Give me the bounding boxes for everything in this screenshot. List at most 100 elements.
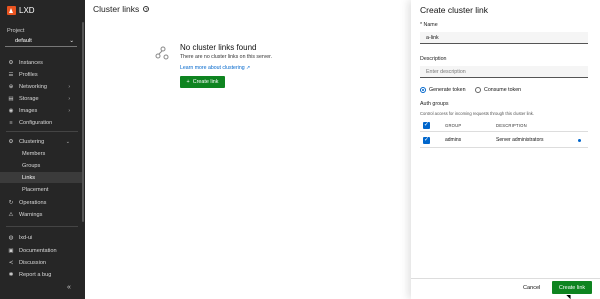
group-cell: admins [445, 137, 462, 143]
create-link-button[interactable]: + Create link [180, 76, 225, 88]
collapse-sidebar-icon[interactable]: « [67, 284, 71, 291]
sidebar: LXD Project default ⌄ ⚙ Instances ☰ Prof… [0, 0, 85, 299]
nav-label: Configuration [19, 119, 53, 126]
profiles-icon: ☰ [8, 71, 14, 78]
nav-label: Members [22, 150, 46, 157]
documentation-icon: ▣ [8, 247, 14, 254]
project-select[interactable]: default ⌄ [5, 36, 77, 47]
description-label: Description [420, 56, 447, 62]
auth-groups-help: Control access for incoming requests thr… [420, 111, 535, 116]
table-header-row: ✓ GROUP DESCRIPTION [420, 119, 588, 132]
panel-title: Create cluster link [420, 5, 489, 15]
column-header-description: DESCRIPTION [496, 123, 527, 128]
nav-clustering[interactable]: ⚙ Clustering ⌄ [0, 136, 82, 147]
nav-report-bug[interactable]: ✱ Report a bug [0, 269, 82, 280]
consume-token-radio[interactable]: Consume token [475, 87, 521, 93]
panel-footer-divider [411, 278, 600, 279]
nav-label: Warnings [19, 211, 43, 218]
nav-label: Documentation [19, 247, 57, 254]
nav-networking[interactable]: ⊕ Networking › [0, 81, 82, 92]
row-checkbox[interactable]: ✓ [423, 137, 430, 144]
brand-name: LXD [19, 5, 35, 15]
lxd-ui-icon: ◍ [8, 234, 14, 241]
nav-storage[interactable]: ▤ Storage › [0, 93, 82, 104]
nav-instances[interactable]: ⚙ Instances [0, 57, 82, 68]
auth-groups-label: Auth groups [420, 101, 449, 107]
nav-label: Operations [19, 199, 47, 206]
nav-operations[interactable]: ↻ Operations [0, 197, 82, 208]
chevron-down-icon: ⌄ [65, 138, 70, 145]
table-row[interactable]: ✓ admins Server administrators [420, 132, 588, 148]
operations-icon: ↻ [8, 199, 14, 206]
storage-icon: ▤ [8, 95, 14, 102]
nav-warnings[interactable]: ⚠ Warnings [0, 209, 82, 220]
page-title: Cluster links ? [93, 4, 150, 14]
name-label: * Name [420, 22, 438, 28]
radio-label: Consume token [484, 87, 522, 93]
nav-groups[interactable]: Groups [0, 160, 82, 171]
nav-label: Links [22, 174, 36, 181]
description-cell: Server administrators [496, 137, 544, 143]
sidebar-scrollbar[interactable] [82, 22, 84, 222]
status-dot-icon [578, 139, 581, 142]
nav-configuration[interactable]: ≡ Configuration [0, 117, 82, 128]
create-link-panel: Create cluster link * Name a-link Descri… [411, 0, 600, 299]
nav-label: Discussion [19, 259, 47, 266]
project-label: Project [7, 28, 25, 34]
cluster-links-empty-icon [155, 46, 169, 60]
empty-state-description: There are no cluster links on this serve… [180, 54, 272, 60]
radio-label: Generate token [429, 87, 466, 93]
instances-icon: ⚙ [8, 59, 14, 66]
nav-label: Placement [22, 186, 49, 193]
page-title-text: Cluster links [93, 4, 140, 14]
description-field[interactable]: Enter description [420, 66, 588, 78]
chevron-down-icon: ⌄ [69, 38, 74, 44]
cancel-button[interactable]: Cancel [523, 285, 540, 291]
chevron-right-icon: › [68, 83, 70, 90]
lxd-logo-icon [7, 5, 16, 15]
column-header-group: GROUP [445, 123, 462, 128]
nav-label: Instances [19, 59, 43, 66]
create-link-submit-button[interactable]: Create link [552, 281, 592, 294]
nav-label: Report a bug [19, 271, 52, 278]
plus-icon: + [186, 79, 190, 85]
radio-selected-icon [420, 87, 426, 93]
nav-label: Groups [22, 162, 41, 169]
chevron-right-icon: › [68, 95, 70, 102]
select-all-checkbox[interactable]: ✓ [423, 122, 430, 129]
images-icon: ◉ [8, 107, 14, 114]
nav-label: Storage [19, 95, 39, 102]
nav-label: Networking [19, 83, 47, 90]
radio-unselected-icon [475, 87, 481, 93]
name-field[interactable]: a-link [420, 32, 588, 44]
discussion-icon: ≺ [8, 259, 14, 266]
networking-icon: ⊕ [8, 83, 14, 90]
nav-members[interactable]: Members [0, 148, 82, 159]
bug-icon: ✱ [8, 271, 14, 278]
warnings-icon: ⚠ [8, 211, 14, 218]
nav-profiles[interactable]: ☰ Profiles [0, 69, 82, 80]
help-icon[interactable]: ? [143, 6, 150, 12]
divider [6, 131, 78, 132]
nav-label: Profiles [19, 71, 38, 78]
nav-label: Images [19, 107, 38, 114]
nav-lxd-ui[interactable]: ◍ lxd-ui [0, 232, 82, 243]
create-link-label: Create link [192, 79, 219, 85]
learn-more-link[interactable]: Learn more about clustering ↗ [180, 65, 250, 71]
empty-state-title: No cluster links found [180, 43, 257, 52]
nav-links[interactable]: Links [0, 172, 82, 183]
generate-token-radio[interactable]: Generate token [420, 87, 466, 93]
nav-images[interactable]: ◉ Images › [0, 105, 82, 116]
nav-label: Clustering [19, 138, 45, 145]
nav-documentation[interactable]: ▣ Documentation [0, 245, 82, 256]
brand[interactable]: LXD [0, 0, 85, 20]
nav-discussion[interactable]: ≺ Discussion [0, 257, 82, 268]
configuration-icon: ≡ [9, 119, 13, 126]
nav-placement[interactable]: Placement [0, 184, 82, 195]
nav-label: lxd-ui [19, 234, 33, 241]
clustering-icon: ⚙ [8, 138, 14, 145]
chevron-right-icon: › [68, 107, 70, 114]
project-value: default [15, 38, 32, 44]
divider [6, 226, 78, 227]
auth-groups-table: ✓ GROUP DESCRIPTION ✓ admins Server admi… [420, 119, 588, 148]
